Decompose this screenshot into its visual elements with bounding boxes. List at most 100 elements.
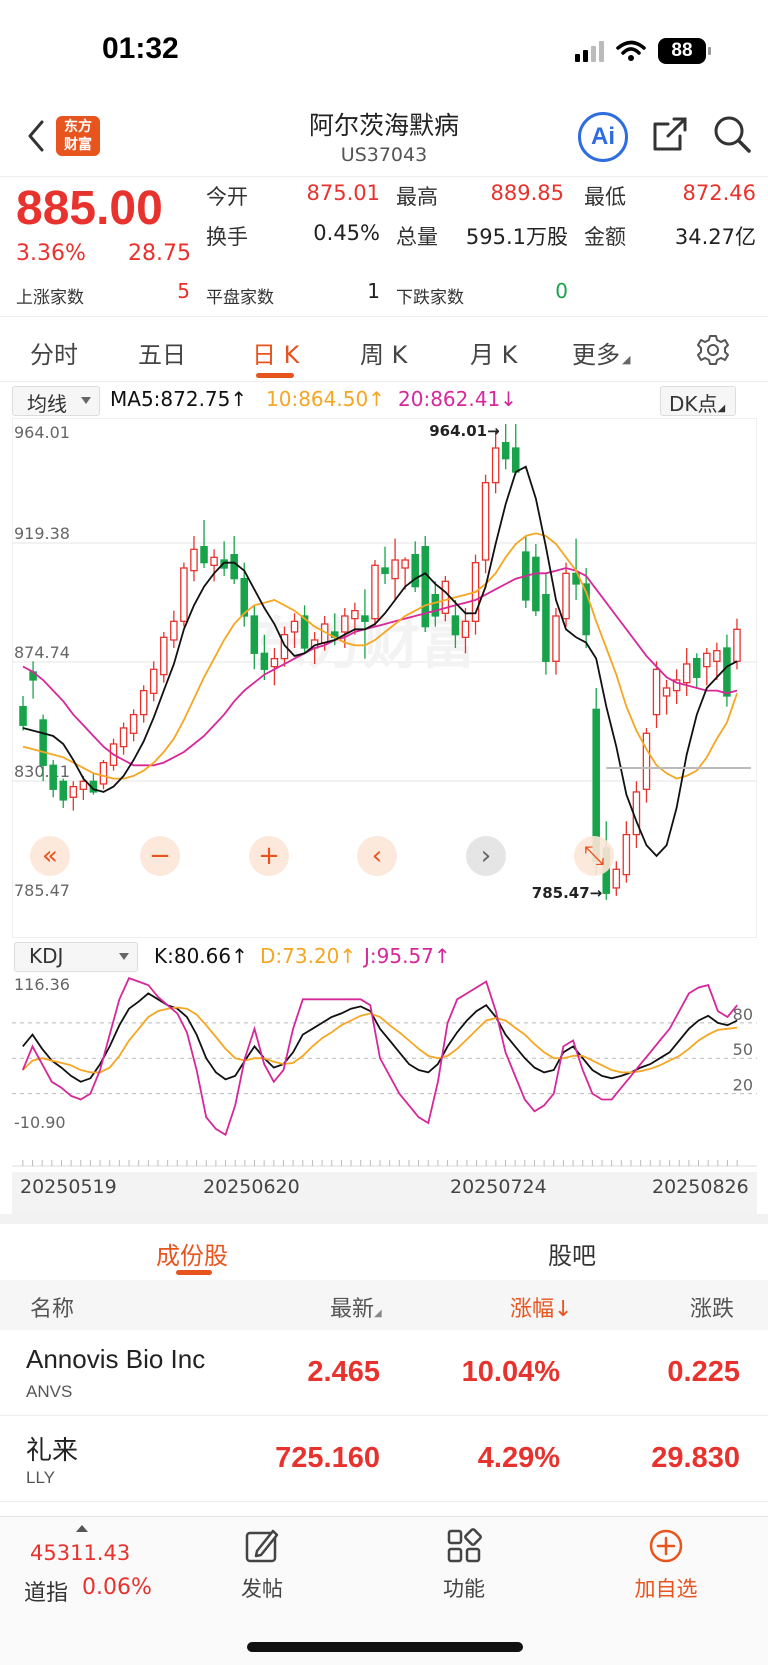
stock-name: Annovis Bio Inc <box>26 1344 206 1374</box>
cellular-signal-icon <box>575 40 604 62</box>
tab-constituents[interactable]: 成份股 <box>156 1236 228 1271</box>
candle-body <box>391 559 399 580</box>
y-tick-label: 964.01 <box>14 423 70 442</box>
candle-body <box>99 761 108 785</box>
candle-body <box>652 668 661 716</box>
candle-body <box>19 705 27 726</box>
settings-gear-icon[interactable] <box>697 334 729 366</box>
kdj-range-label: -10.90 <box>14 1113 66 1132</box>
dow-index-name[interactable]: 道指 <box>24 1575 68 1607</box>
kdj-legend-row: KDJ K:80.66↑ D:73.20↑ J:95.57↑ <box>0 938 768 972</box>
add-circle-icon <box>649 1529 683 1563</box>
candle-body <box>190 548 198 572</box>
low-label: 最低 <box>584 185 626 209</box>
post-button[interactable]: 发帖 <box>212 1527 312 1603</box>
zoom-out-button[interactable]: − <box>140 836 180 876</box>
tab-weekly-k[interactable]: 周 K <box>360 335 407 370</box>
active-tab-underline <box>256 373 294 378</box>
battery-icon: 88 <box>658 38 711 64</box>
date-label-4: 20250826 <box>652 1176 749 1198</box>
last-price: 885.00 <box>16 182 163 235</box>
indicator-selector[interactable]: 均线 <box>12 386 100 416</box>
pan-left-button[interactable]: ‹ <box>357 836 397 876</box>
candle-body <box>401 559 409 569</box>
candle-body <box>341 615 349 633</box>
kdj-chart[interactable]: 116.36805020-10.90 <box>12 972 757 1172</box>
candle-body <box>532 556 540 612</box>
turnover-label: 换手 <box>206 225 248 249</box>
wifi-icon <box>616 40 646 61</box>
header-latest[interactable]: 最新◢ <box>330 1291 382 1323</box>
caret-down-icon: ◢ <box>717 403 726 414</box>
candle-body <box>461 620 470 638</box>
candle-body <box>49 764 57 790</box>
function-grid-icon <box>447 1528 482 1563</box>
ai-button[interactable]: Ai <box>578 112 628 162</box>
tab-monthly-k[interactable]: 月 K <box>470 335 517 370</box>
stock-name: 礼来 <box>26 1435 79 1465</box>
candle-body <box>39 719 47 766</box>
tab-more[interactable]: 更多 ◢ <box>572 335 630 370</box>
min-price-label: 785.47→ <box>532 884 602 902</box>
date-label-3: 20250724 <box>450 1176 547 1198</box>
sub-tab-underline <box>176 1270 212 1275</box>
flat-count-label: 平盘家数 <box>206 288 274 308</box>
stock-change: 29.830 <box>651 1442 740 1474</box>
dow-index-pct[interactable]: 0.06% <box>82 1575 152 1600</box>
function-button[interactable]: 功能 <box>414 1527 514 1603</box>
candle-body <box>713 649 721 662</box>
candle-body <box>149 668 158 694</box>
status-time: 01:32 <box>102 32 179 65</box>
open-value: 875.01 <box>306 181 380 205</box>
candlestick-chart[interactable]: 964.01919.38874.74830.11785.47东方财富964.01… <box>12 418 757 938</box>
header-name[interactable]: 名称 <box>30 1291 74 1323</box>
candle-body <box>662 687 671 697</box>
kdj-selector[interactable]: KDJ <box>14 942 138 972</box>
amount-label: 金额 <box>584 225 626 249</box>
high-value: 889.85 <box>490 181 564 205</box>
kdj-selector-label: KDJ <box>29 944 64 968</box>
tab-intraday[interactable]: 分时 <box>30 335 78 370</box>
date-axis-band <box>12 1172 757 1214</box>
add-watchlist-button[interactable]: 加自选 <box>616 1527 716 1603</box>
stock-code: LLY <box>26 1468 55 1487</box>
tab-five-day[interactable]: 五日 <box>138 335 186 370</box>
scroll-to-start-button[interactable]: « <box>30 836 70 876</box>
candle-body <box>59 780 68 801</box>
candle-body <box>240 578 249 617</box>
table-row[interactable]: Annovis Bio Inc ANVS 2.465 10.04% 0.225 <box>0 1330 768 1416</box>
y-tick-label: 785.47 <box>14 881 70 900</box>
tab-daily-k[interactable]: 日 K <box>252 335 299 370</box>
y-tick-label: 874.74 <box>14 643 70 662</box>
candle-body <box>431 594 440 617</box>
control-glyph-icon: « <box>42 841 58 871</box>
dow-index-value[interactable]: 45311.43 <box>30 1541 130 1565</box>
header-change[interactable]: 涨跌 <box>690 1291 734 1323</box>
dk-point-button[interactable]: DK点◢ <box>660 386 736 416</box>
candle-body <box>511 447 520 473</box>
indicator-selector-label: 均线 <box>27 392 67 416</box>
control-glyph-icon: − <box>149 841 171 871</box>
pan-right-button[interactable]: › <box>466 836 506 876</box>
share-icon[interactable] <box>650 114 690 154</box>
search-icon[interactable] <box>712 114 752 154</box>
candle-body <box>612 868 621 889</box>
zoom-in-button[interactable]: + <box>249 836 289 876</box>
candle-body <box>250 615 259 654</box>
post-label: 发帖 <box>241 1577 283 1601</box>
candle-body <box>733 628 741 662</box>
table-row[interactable]: 礼来 LLY 725.160 4.29% 29.830 <box>0 1416 768 1502</box>
kdj-k-value: K:80.66↑ <box>154 944 248 968</box>
fullscreen-button[interactable]: ⤡ <box>574 836 614 876</box>
candle-body <box>351 610 359 620</box>
tab-stock-forum[interactable]: 股吧 <box>548 1236 596 1271</box>
candle-body <box>230 554 238 580</box>
open-label: 今开 <box>206 185 248 209</box>
period-tabs: 分时 五日 日 K 周 K 月 K 更多 ◢ <box>0 316 768 382</box>
stock-change-pct: 4.29% <box>477 1442 560 1474</box>
header-change-pct[interactable]: 涨幅↓ <box>510 1291 572 1323</box>
max-price-label: 964.01→ <box>429 422 499 440</box>
candle-body <box>69 785 78 798</box>
status-icons: 88 <box>575 38 711 64</box>
high-label: 最高 <box>396 185 438 209</box>
